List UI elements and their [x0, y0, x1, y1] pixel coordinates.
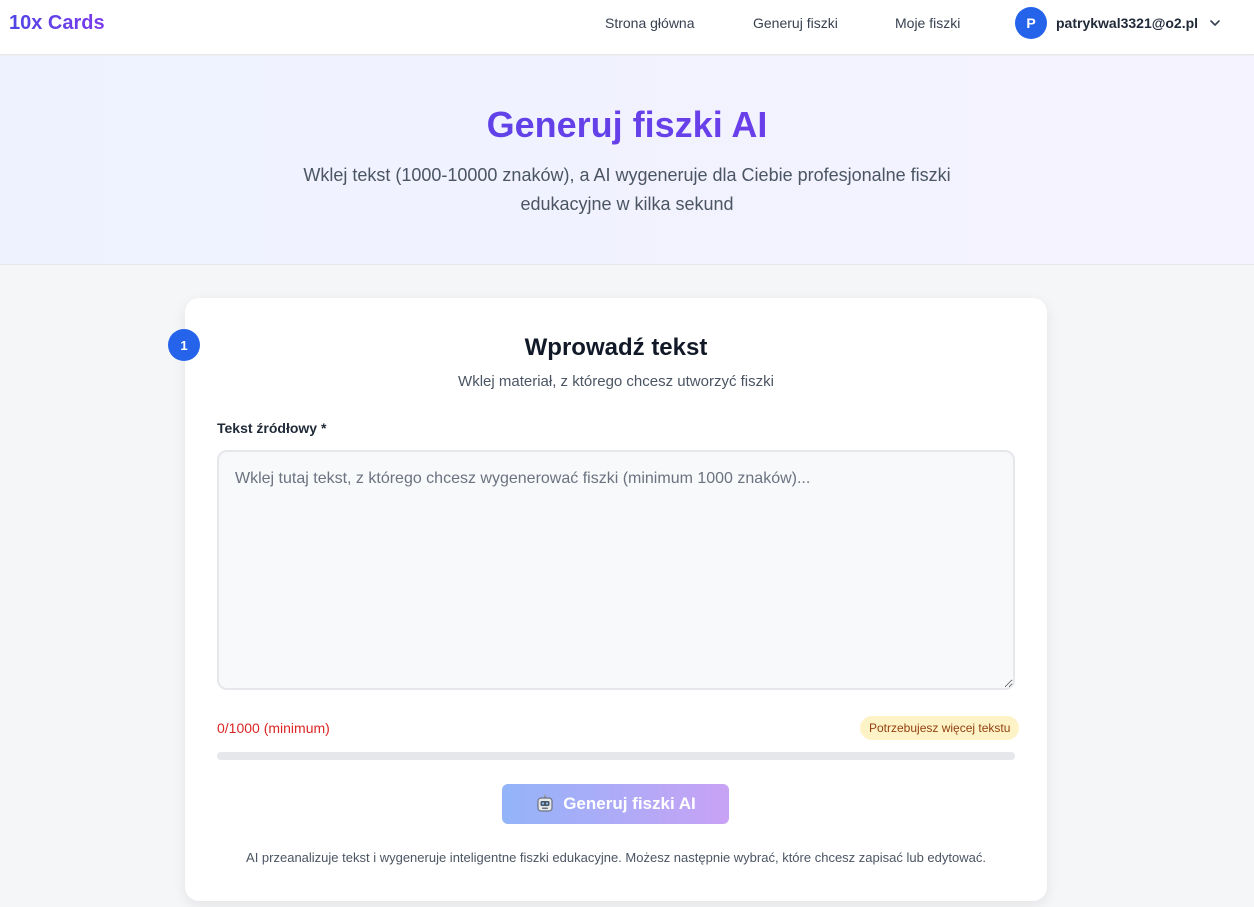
char-counter: 0/1000 (minimum) [217, 720, 330, 736]
status-badge: Potrzebujesz więcej tekstu [860, 716, 1020, 740]
page-title: Generuj fiszki AI [0, 104, 1254, 146]
logo[interactable]: 10x Cards [9, 12, 105, 35]
info-note: AI przeanalizuje tekst i wygeneruje inte… [246, 850, 986, 865]
generate-button[interactable]: Generuj fiszki AI [502, 784, 729, 824]
source-text-label: Tekst źródłowy * [217, 420, 327, 436]
card-title: Wprowadź tekst [524, 334, 708, 361]
source-text-input[interactable] [217, 450, 1015, 690]
input-card: Wprowadź tekst Wklej materiał, z którego… [185, 298, 1047, 901]
generate-button-label: Generuj fiszki AI [563, 794, 696, 813]
robot-icon [537, 794, 553, 812]
user-email: patrykwal3321@o2.pl [1056, 15, 1199, 31]
nav-link-generate[interactable]: Generuj fiszki [753, 15, 838, 31]
chevron-down-icon [1210, 20, 1220, 26]
page-subtitle: Wklej tekst (1000-10000 znaków), a AI wy… [303, 165, 951, 214]
card-subtitle: Wklej materiał, z którego chcesz utworzy… [458, 373, 774, 390]
progress-bar [217, 752, 1015, 760]
nav-link-my-cards[interactable]: Moje fiszki [895, 15, 960, 31]
hero-section: Generuj fiszki AI Wklej tekst (1000-1000… [0, 56, 1254, 265]
top-navbar: 10x Cards Strona główna Generuj fiszki M… [0, 0, 1254, 55]
user-menu[interactable]: P patrykwal3321@o2.pl [1015, 7, 1222, 39]
avatar: P [1015, 7, 1047, 39]
nav-link-home[interactable]: Strona główna [605, 15, 695, 31]
step-number-badge: 1 [168, 329, 200, 361]
